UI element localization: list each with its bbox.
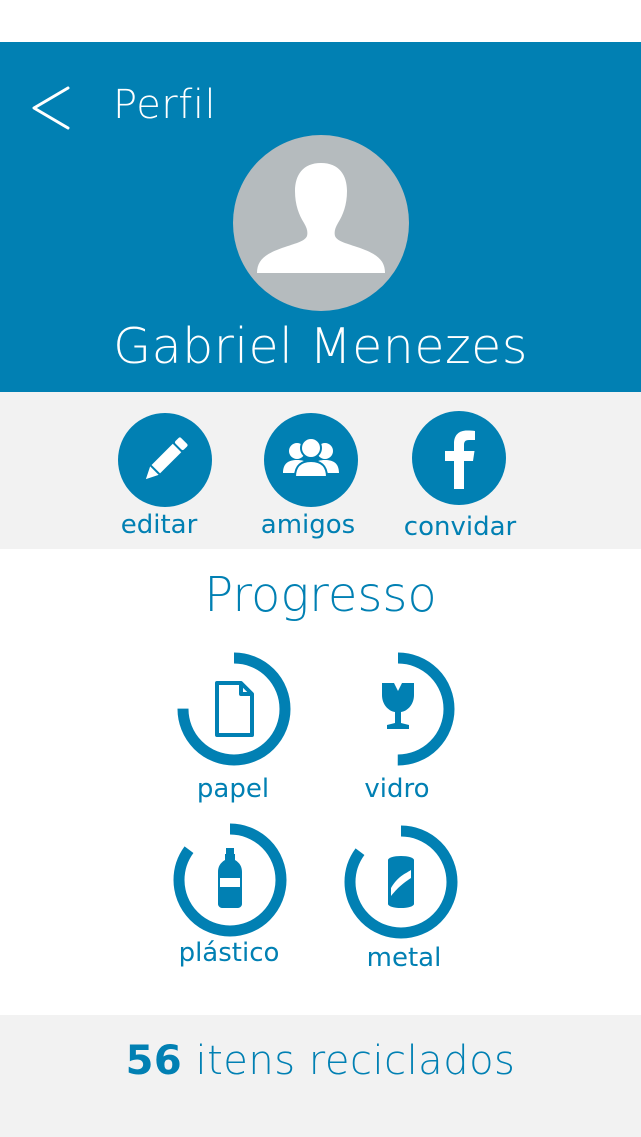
recycled-summary: 56 itens reciclados (0, 1038, 641, 1084)
progress-title: Progresso (204, 567, 437, 623)
edit-label[interactable]: editar (79, 510, 239, 540)
document-icon (215, 681, 254, 737)
chevron-left-icon (32, 86, 70, 130)
progress-label-glass: vidro (364, 774, 430, 804)
avatar[interactable] (233, 135, 409, 311)
recycled-count: 56 (125, 1038, 183, 1084)
friends-button[interactable] (264, 413, 358, 507)
progress-label-paper: papel (196, 774, 270, 804)
progress-ring-glass[interactable] (338, 649, 458, 769)
facebook-icon (445, 430, 475, 489)
bottle-icon (218, 848, 242, 908)
progress-label-metal: metal (366, 943, 442, 973)
progress-ring-paper[interactable] (174, 649, 294, 769)
progress-ring-plastic[interactable] (170, 820, 290, 940)
progress-label-plastic: plástico (178, 938, 280, 968)
profile-name: Gabriel Menezes (113, 318, 528, 375)
progress-ring-metal[interactable] (341, 822, 461, 942)
page-title: Perfil (113, 82, 217, 128)
user-silhouette-icon (257, 163, 385, 273)
users-icon (283, 437, 339, 478)
invite-button[interactable] (412, 411, 506, 505)
friends-label[interactable]: amigos (228, 510, 388, 540)
back-button[interactable] (28, 84, 78, 132)
edit-button[interactable] (118, 413, 212, 507)
broken-glass-icon (382, 683, 414, 729)
pencil-icon (145, 437, 188, 480)
invite-label[interactable]: convidar (380, 512, 540, 542)
recycled-label: itens reciclados (195, 1038, 516, 1084)
profile-screen: { "header": { "title": "Perfil", "back_i… (0, 0, 641, 1137)
can-icon (388, 856, 414, 908)
